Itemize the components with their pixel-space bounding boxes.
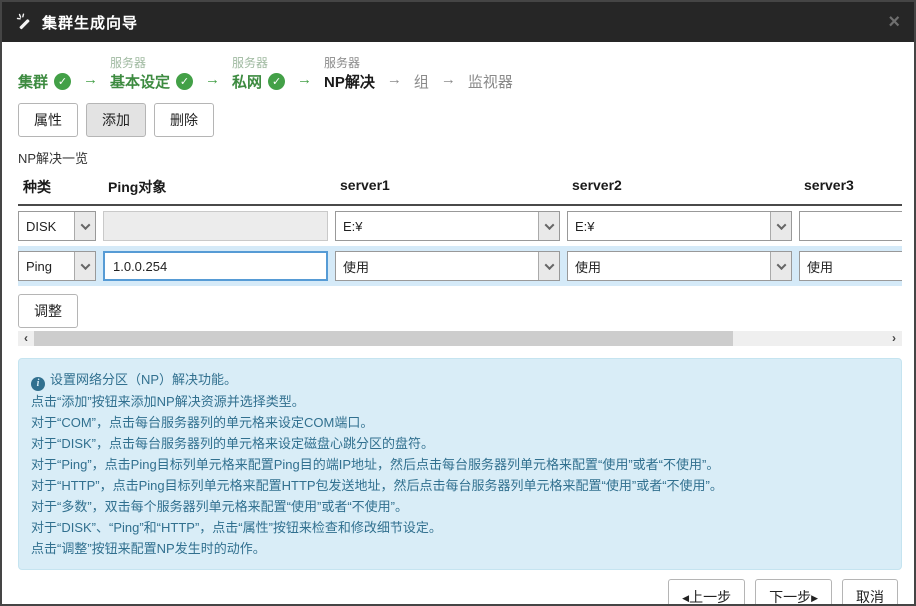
step-np-resolution: 服务器 NP解决 <box>324 54 375 92</box>
chevron-down-icon <box>74 212 95 240</box>
info-intro-line: i设置网络分区（NP）解决功能。 <box>31 369 889 391</box>
properties-button[interactable]: 属性 <box>18 103 78 137</box>
column-header-type: 种类 <box>18 177 96 197</box>
add-button[interactable]: 添加 <box>86 103 146 137</box>
info-line: 点击“调整”按钮来配置NP发生时的动作。 <box>31 538 889 559</box>
step-basic-settings: 服务器 基本设定 ✓ <box>110 54 193 92</box>
step-top-label: 服务器 <box>324 54 360 71</box>
arrow-right-icon: → <box>205 69 220 91</box>
info-box: i设置网络分区（NP）解决功能。 点击“添加”按钮来添加NP解决资源并选择类型。… <box>18 358 902 570</box>
server3-cell-select[interactable]: 使用 <box>799 251 902 281</box>
info-line: 点击“添加”按钮来添加NP解决资源并选择类型。 <box>31 391 889 412</box>
chevron-down-icon <box>770 252 791 280</box>
table-caption: NP解决一览 <box>18 148 898 167</box>
info-line: 对于“DISK”，点击每台服务器列的单元格来设定磁盘心跳分区的盘符。 <box>31 433 889 454</box>
check-icon: ✓ <box>54 73 71 90</box>
step-top-label: 服务器 <box>232 54 268 71</box>
arrow-right-icon: → <box>441 69 456 91</box>
title-bar: 集群生成向导 × <box>2 2 914 42</box>
step-label: 集群 <box>18 71 48 92</box>
check-icon: ✓ <box>176 73 193 90</box>
footer: ◀上一步 下一步▶ 取消 <box>18 579 898 606</box>
server1-cell-select[interactable]: E:¥ <box>335 211 560 241</box>
ping-target-field[interactable] <box>103 251 328 281</box>
step-cluster: 集群 ✓ <box>18 54 71 92</box>
type-select[interactable]: Ping <box>18 251 96 281</box>
chevron-down-icon <box>74 252 95 280</box>
chevron-down-icon <box>538 212 559 240</box>
step-group: 组 <box>414 54 429 92</box>
type-select[interactable]: DISK <box>18 211 96 241</box>
chevron-down-icon <box>770 212 791 240</box>
step-interconnect: 服务器 私网 ✓ <box>232 54 285 92</box>
server3-cell-select[interactable] <box>799 211 902 241</box>
tune-button[interactable]: 调整 <box>18 294 78 328</box>
server2-cell-select[interactable]: E:¥ <box>567 211 792 241</box>
table-header-row: 种类 Ping对象 server1 server2 server3 <box>18 171 902 206</box>
step-label: 组 <box>414 71 429 92</box>
table-row: Ping 使用 使用 <box>18 246 902 286</box>
scrollbar-thumb[interactable] <box>34 331 733 346</box>
next-arrow-icon: ▶ <box>811 593 818 603</box>
ping-target-field <box>103 211 328 241</box>
wizard-steps: 集群 ✓ → 服务器 基本设定 ✓ → 服务器 私网 ✓ → 服务器 NP解决 → 组… <box>18 52 898 92</box>
info-line: 对于“DISK”、“Ping”和“HTTP”，点击“属性”按钮来检查和修改细节设… <box>31 517 889 538</box>
step-top-label: 服务器 <box>110 54 146 71</box>
wand-icon <box>16 13 34 31</box>
check-icon: ✓ <box>268 73 285 90</box>
next-button[interactable]: 下一步▶ <box>755 579 832 606</box>
step-label: 私网 <box>232 71 262 92</box>
toolbar: 属性 添加 删除 <box>18 103 898 137</box>
horizontal-scrollbar[interactable]: ‹ › <box>18 331 902 346</box>
column-header-server1: server1 <box>335 177 560 197</box>
arrow-right-icon: → <box>297 69 312 91</box>
cancel-button[interactable]: 取消 <box>842 579 898 606</box>
step-label: 基本设定 <box>110 71 170 92</box>
scroll-left-icon[interactable]: ‹ <box>18 331 34 346</box>
info-icon: i <box>31 377 45 391</box>
chevron-down-icon <box>538 252 559 280</box>
dialog-title: 集群生成向导 <box>42 12 138 33</box>
server2-cell-select[interactable]: 使用 <box>567 251 792 281</box>
step-label: NP解决 <box>324 71 375 92</box>
info-line: 对于“HTTP”，点击Ping目标列单元格来配置HTTP包发送地址，然后点击每台… <box>31 475 889 496</box>
wizard-dialog: 集群生成向导 × 集群 ✓ → 服务器 基本设定 ✓ → 服务器 私网 ✓ → 服务器… <box>0 0 916 606</box>
info-line: 对于“COM”，点击每台服务器列的单元格来设定COM端口。 <box>31 412 889 433</box>
back-button[interactable]: ◀上一步 <box>668 579 745 606</box>
step-label: 监视器 <box>468 71 513 92</box>
remove-button[interactable]: 删除 <box>154 103 214 137</box>
info-line: 对于“Ping”，点击Ping目标列单元格来配置Ping目的端IP地址，然后点击… <box>31 454 889 475</box>
server1-cell-select[interactable]: 使用 <box>335 251 560 281</box>
arrow-right-icon: → <box>387 69 402 91</box>
step-monitor: 监视器 <box>468 54 513 92</box>
close-icon[interactable]: × <box>888 12 900 32</box>
column-header-server2: server2 <box>567 177 792 197</box>
info-line: 对于“多数”，双击每个服务器列单元格来配置“使用”或者“不使用”。 <box>31 496 889 517</box>
table-row: DISK E:¥ E:¥ <box>18 206 902 246</box>
np-resolution-table: 种类 Ping对象 server1 server2 server3 DISK <box>18 171 902 286</box>
column-header-ping-target: Ping对象 <box>103 177 328 197</box>
column-header-server3: server3 <box>799 177 902 197</box>
scroll-right-icon[interactable]: › <box>886 331 902 346</box>
scrollbar-track[interactable] <box>34 331 886 346</box>
arrow-right-icon: → <box>83 69 98 91</box>
